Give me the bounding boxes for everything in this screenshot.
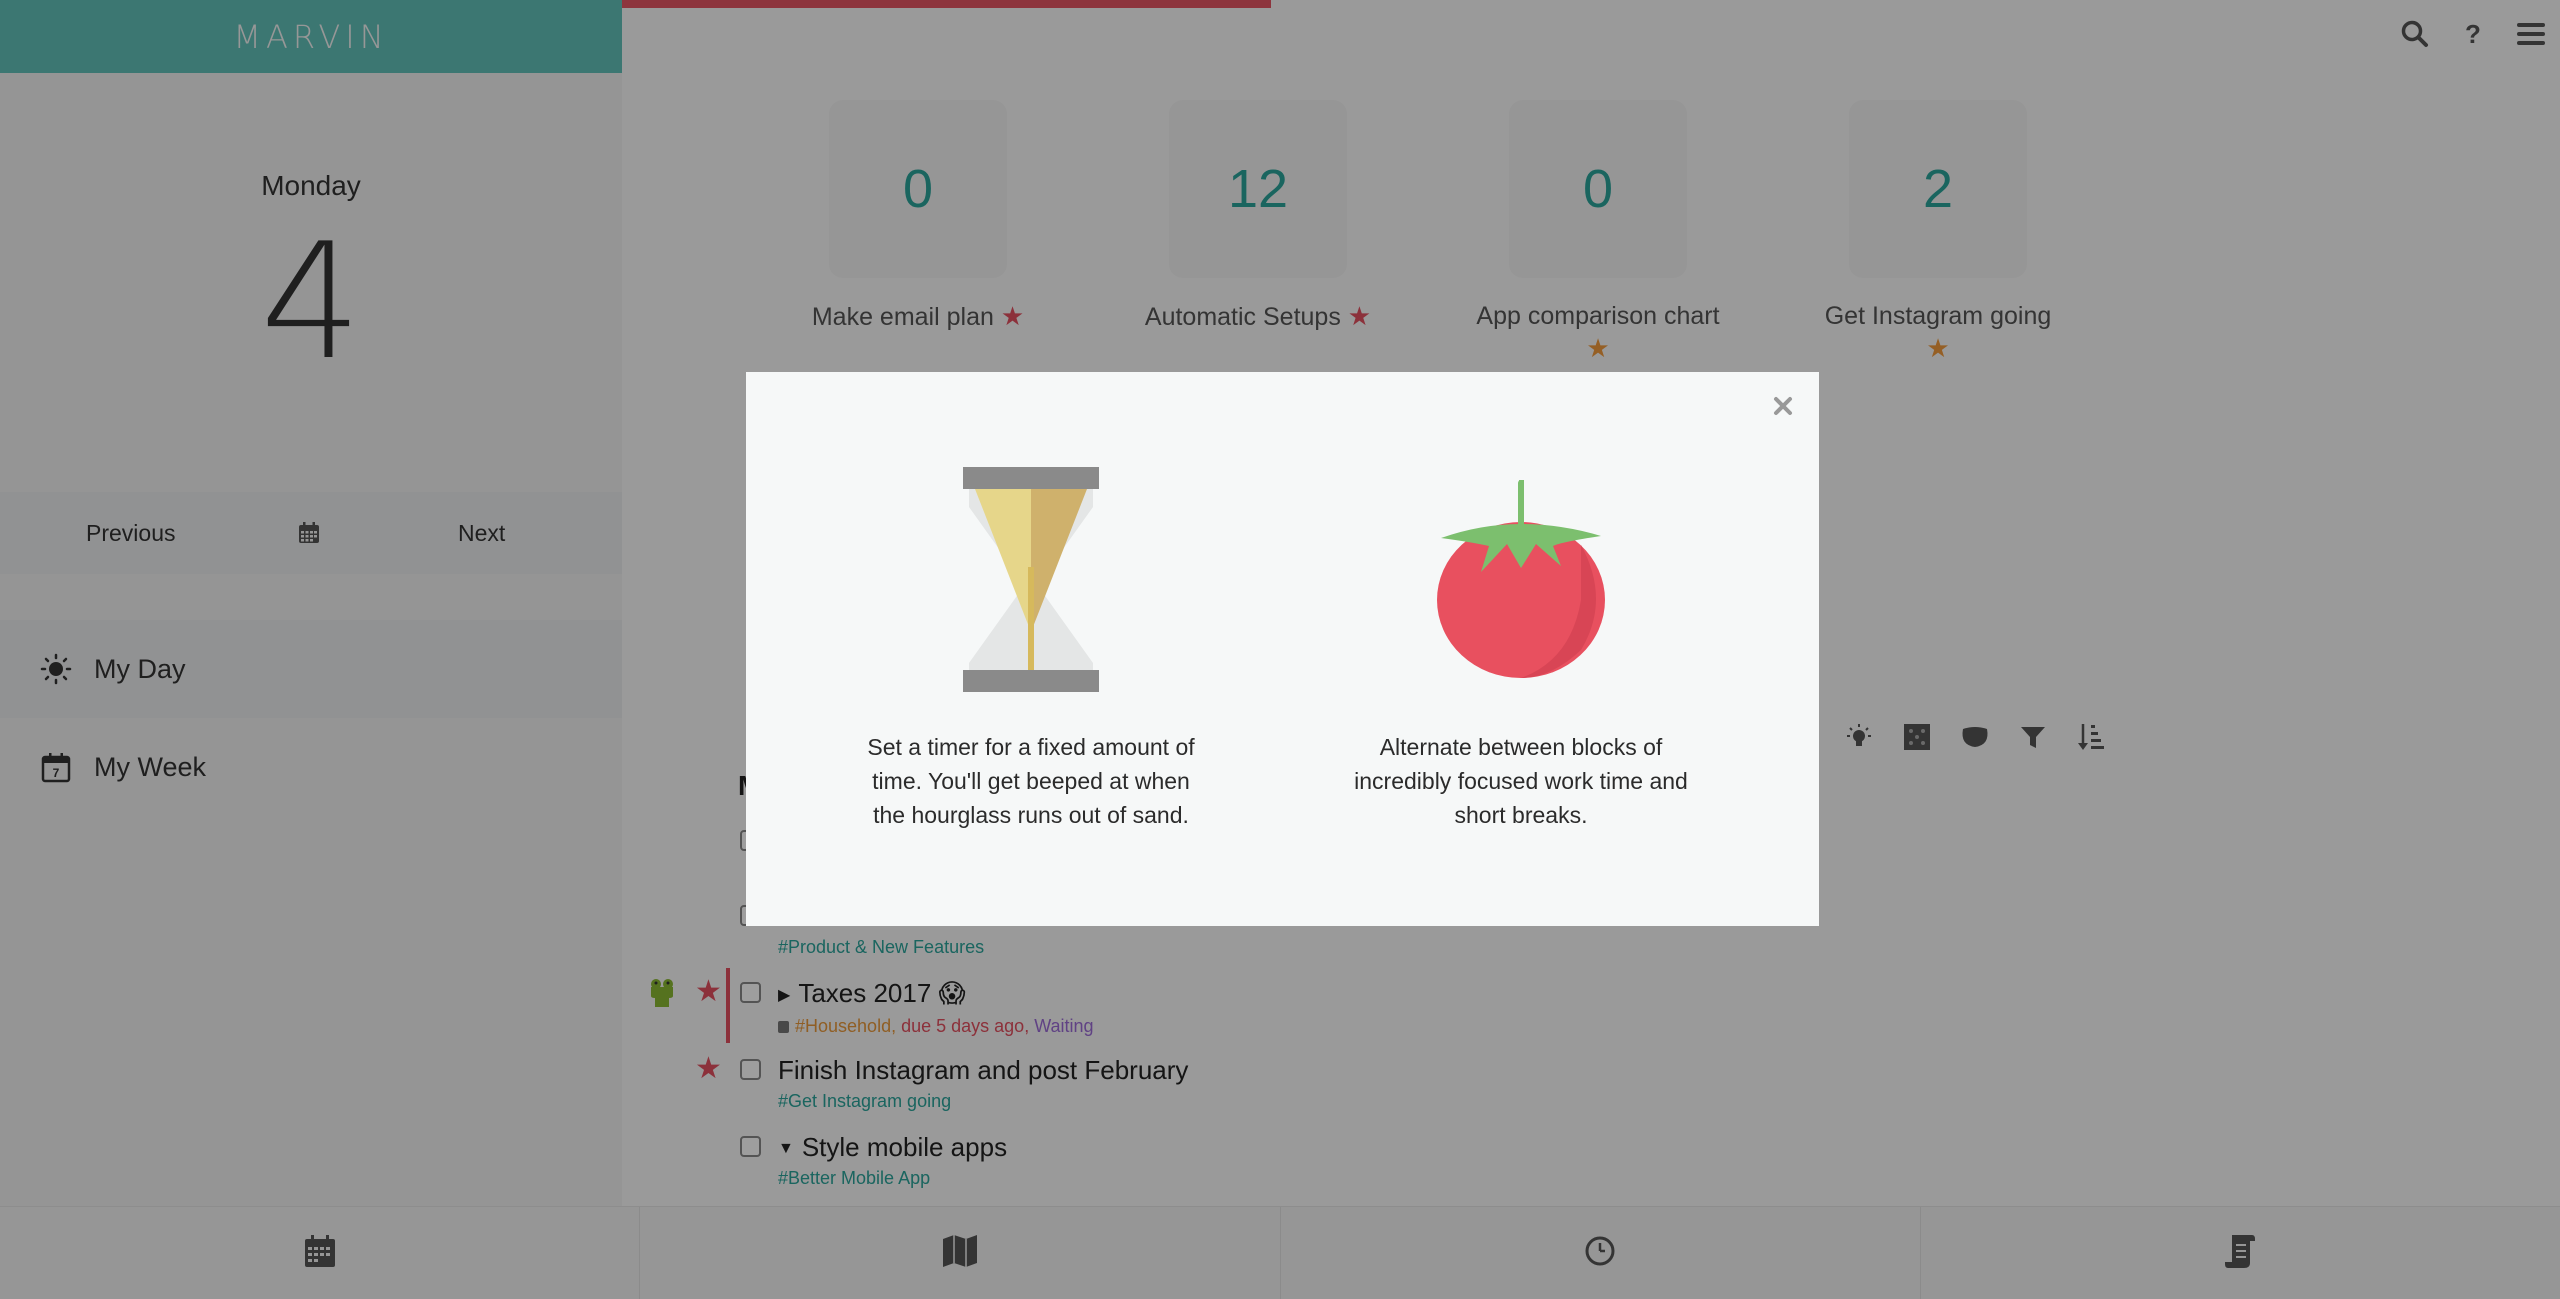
tomato-icon — [1291, 467, 1751, 692]
timer-choice-modal: Set a timer for a fixed amount of time. … — [746, 372, 1819, 926]
close-icon[interactable] — [1771, 394, 1795, 418]
pomodoro-option[interactable]: Alternate between blocks of incredibly f… — [1291, 467, 1751, 832]
hourglass-icon — [801, 467, 1261, 692]
timer-option[interactable]: Set a timer for a fixed amount of time. … — [801, 467, 1261, 832]
pomodoro-description: Alternate between blocks of incredibly f… — [1354, 734, 1688, 828]
timer-description: Set a timer for a fixed amount of time. … — [867, 734, 1195, 828]
